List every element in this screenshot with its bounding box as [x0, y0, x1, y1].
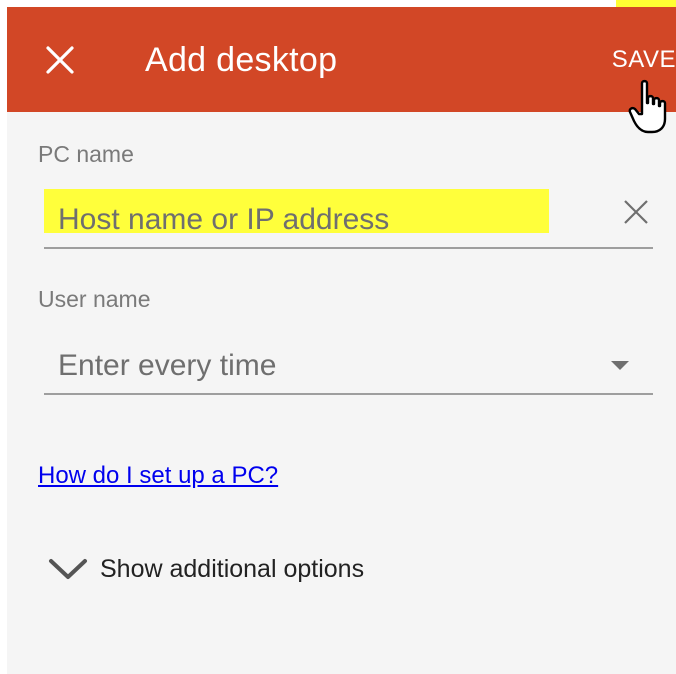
page-title: Add desktop — [145, 41, 338, 79]
user-name-select[interactable]: Enter every time — [44, 343, 653, 395]
user-name-value: Enter every time — [58, 349, 277, 382]
hand-pointer-icon — [628, 79, 667, 134]
cropped-highlight — [616, 0, 676, 7]
pc-name-field[interactable]: Host name or IP address — [44, 189, 653, 249]
save-button[interactable]: SAVE — [612, 45, 676, 75]
top-crop-strip — [0, 0, 676, 7]
help-link[interactable]: How do I set up a PC? — [38, 462, 278, 490]
close-button[interactable] — [37, 37, 83, 83]
pc-name-placeholder: Host name or IP address — [58, 203, 390, 236]
dropdown-arrow-icon[interactable] — [611, 361, 629, 370]
show-additional-options-label: Show additional options — [100, 554, 365, 583]
pc-name-label: PC name — [38, 141, 134, 167]
chevron-down-icon — [49, 559, 87, 579]
clear-button[interactable] — [619, 195, 653, 229]
add-desktop-screen: Add desktop SAVE PC name Host name or IP… — [7, 7, 676, 674]
user-name-label: User name — [38, 286, 151, 312]
app-bar: Add desktop SAVE — [7, 7, 676, 112]
close-icon — [46, 46, 74, 74]
clear-icon — [624, 200, 648, 224]
show-additional-options-toggle[interactable]: Show additional options — [48, 552, 364, 586]
